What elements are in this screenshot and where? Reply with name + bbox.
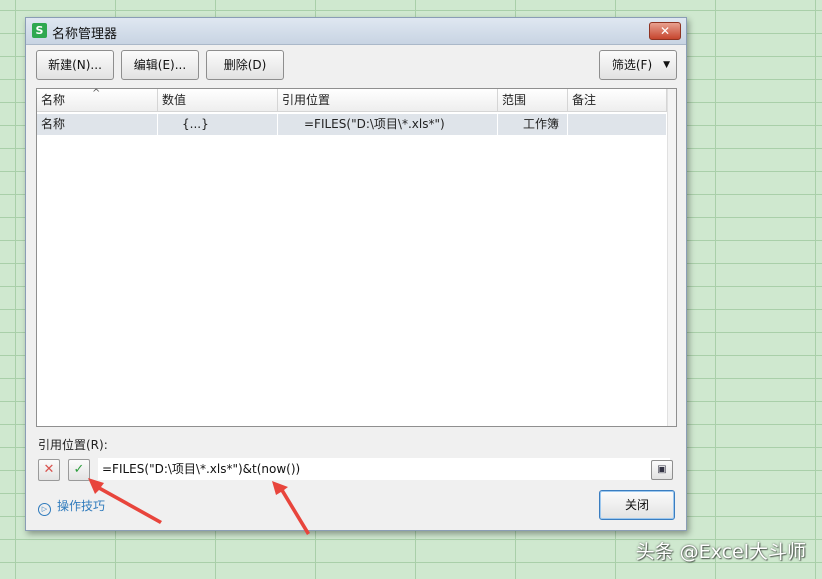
watermark: 头条 @Excel大斗师	[635, 541, 806, 563]
annotation-arrows	[88, 478, 310, 535]
annotation-arrow-left	[88, 478, 162, 524]
annotation-arrow-right	[272, 481, 310, 535]
